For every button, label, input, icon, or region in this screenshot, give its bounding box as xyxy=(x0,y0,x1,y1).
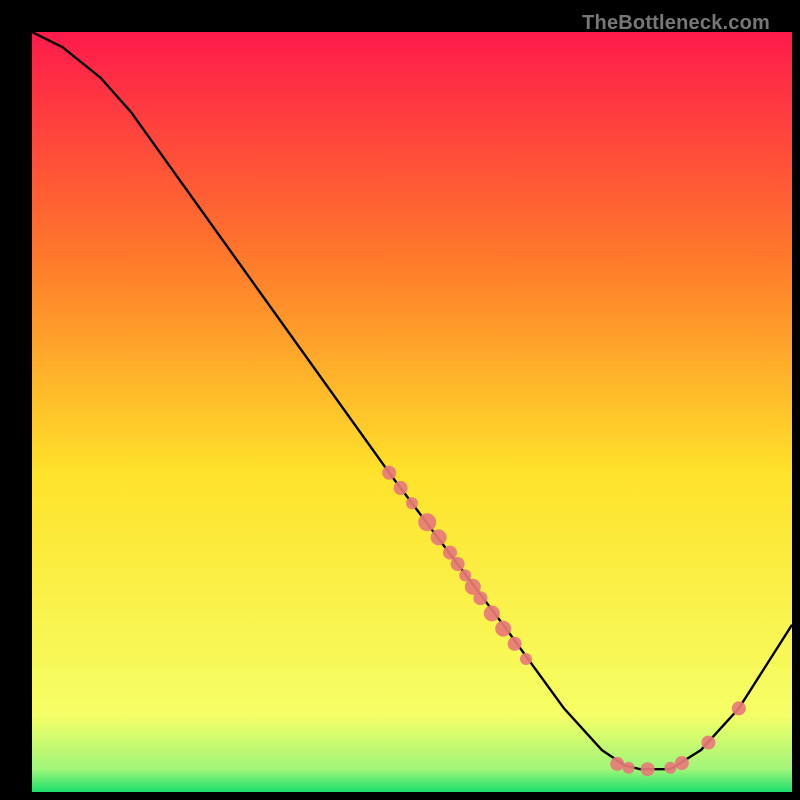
data-point xyxy=(495,621,511,637)
data-point xyxy=(394,481,408,495)
data-point xyxy=(406,497,418,509)
data-point xyxy=(484,605,500,621)
data-point xyxy=(641,762,655,776)
data-point xyxy=(664,762,676,774)
data-point xyxy=(701,736,715,750)
gradient-background xyxy=(32,32,792,792)
data-point xyxy=(431,529,447,545)
data-point xyxy=(451,557,465,571)
data-point xyxy=(675,756,689,770)
data-point xyxy=(382,466,396,480)
chart-svg xyxy=(32,32,792,792)
data-point xyxy=(508,637,522,651)
data-point xyxy=(623,762,635,774)
data-point xyxy=(732,701,746,715)
plot-area xyxy=(32,32,792,792)
data-point xyxy=(473,591,487,605)
data-point xyxy=(520,653,532,665)
chart-frame: TheBottleneck.com xyxy=(12,12,788,788)
data-point xyxy=(418,513,436,531)
data-point xyxy=(443,546,457,560)
data-point xyxy=(610,757,624,771)
watermark-text: TheBottleneck.com xyxy=(582,12,770,35)
